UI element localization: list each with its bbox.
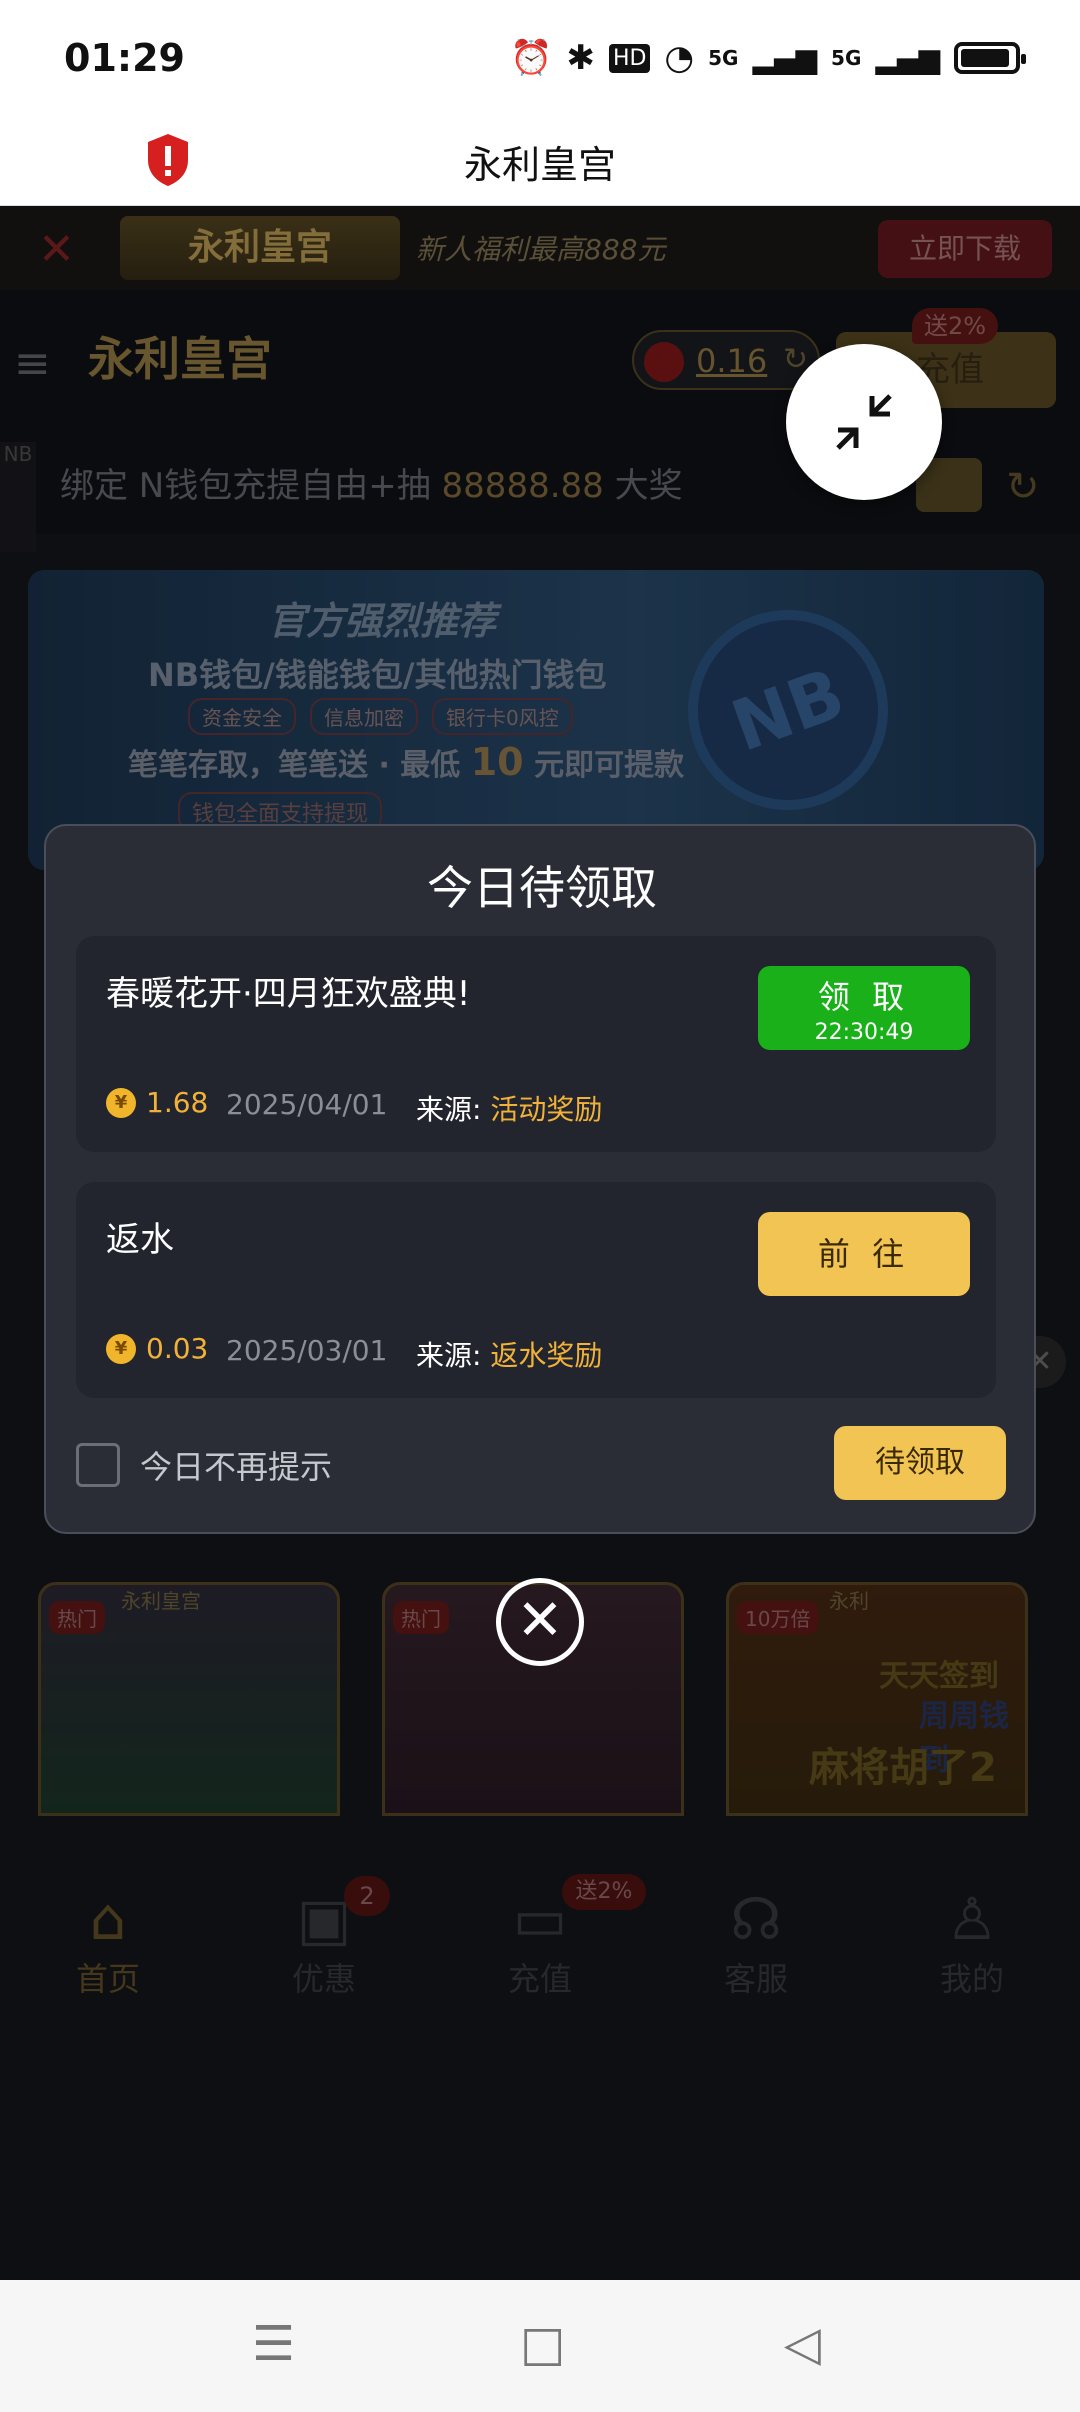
dont-show-label: 今日不再提示 [140, 1448, 333, 1486]
source-value: 返水奖励 [490, 1339, 603, 1372]
back-icon[interactable]: ◁ [784, 2316, 821, 2372]
amount-value: 1.68 [146, 1086, 209, 1119]
collapse-icon [836, 394, 892, 450]
reward-title: 返水 [106, 1220, 174, 1260]
claim-label: 领 取 [817, 978, 911, 1016]
reward-source: 来源: 返水奖励 [416, 1334, 602, 1374]
source-label: 来源: [416, 1093, 491, 1126]
coin-icon: ¥ [106, 1087, 136, 1118]
claim-timer: 22:30:49 [814, 1020, 914, 1045]
status-bar: 01:29 ⏰ ✱ HD ◔ 5G ▂▄▆ 5G ▂▄▆ [0, 0, 1080, 120]
hd-icon: HD [608, 43, 651, 73]
reward-card: 春暖花开·四月狂欢盛典! ¥ 1.68 2025/04/01 来源: 活动奖励 … [76, 936, 996, 1152]
claim-button[interactable]: 领 取 22:30:49 [758, 966, 970, 1050]
coin-icon: ¥ [106, 1333, 136, 1364]
dont-show-today[interactable]: 今日不再提示 [76, 1442, 332, 1488]
home-square-icon[interactable]: □ [520, 2316, 565, 2372]
status-time: 01:29 [64, 36, 185, 80]
amount-value: 0.03 [146, 1332, 209, 1365]
wifi-icon: ◔ [664, 38, 695, 78]
reward-amount: ¥ 1.68 [106, 1086, 208, 1119]
battery-icon [954, 42, 1026, 74]
browser-title: 永利皇宫 [463, 143, 616, 187]
status-icons: ⏰ ✱ HD ◔ 5G ▂▄▆ 5G ▂▄▆ [510, 38, 1026, 78]
goto-button[interactable]: 前 往 [758, 1212, 970, 1296]
pending-claim-button[interactable]: 待领取 [834, 1426, 1006, 1500]
reward-card: 返水 ¥ 0.03 2025/03/01 来源: 返水奖励 前 往 [76, 1182, 996, 1398]
reward-date: 2025/03/01 [226, 1334, 388, 1367]
close-icon: ✕ [516, 1588, 564, 1653]
source-value: 活动奖励 [490, 1093, 603, 1126]
menu-icon[interactable]: ☰ [252, 2316, 295, 2372]
reward-source: 来源: 活动奖励 [416, 1088, 602, 1128]
alarm-icon: ⏰ [510, 38, 553, 78]
system-nav-bar: ☰ □ ◁ [0, 2280, 1080, 2412]
browser-bar: 永利皇宫 [0, 120, 1080, 206]
reward-amount: ¥ 0.03 [106, 1332, 208, 1365]
reward-title: 春暖花开·四月狂欢盛典! [106, 974, 471, 1014]
reward-date: 2025/04/01 [226, 1088, 388, 1121]
signal-bars-icon: ▂▄▆ [875, 41, 940, 75]
5g-signal-icon: 5G [708, 46, 739, 70]
bluetooth-icon: ✱ [566, 38, 595, 78]
source-label: 来源: [416, 1339, 491, 1372]
5g-signal-icon: 5G [831, 46, 862, 70]
dont-show-checkbox[interactable] [76, 1443, 120, 1487]
dialog-close-button[interactable]: ✕ [496, 1578, 584, 1666]
signal-bars-icon: ▂▄▆ [752, 41, 818, 75]
collapse-button[interactable] [786, 344, 942, 500]
rewards-dialog: 今日待领取 春暖花开·四月狂欢盛典! ¥ 1.68 2025/04/01 来源:… [44, 824, 1036, 1534]
dialog-title: 今日待领取 [427, 861, 657, 915]
